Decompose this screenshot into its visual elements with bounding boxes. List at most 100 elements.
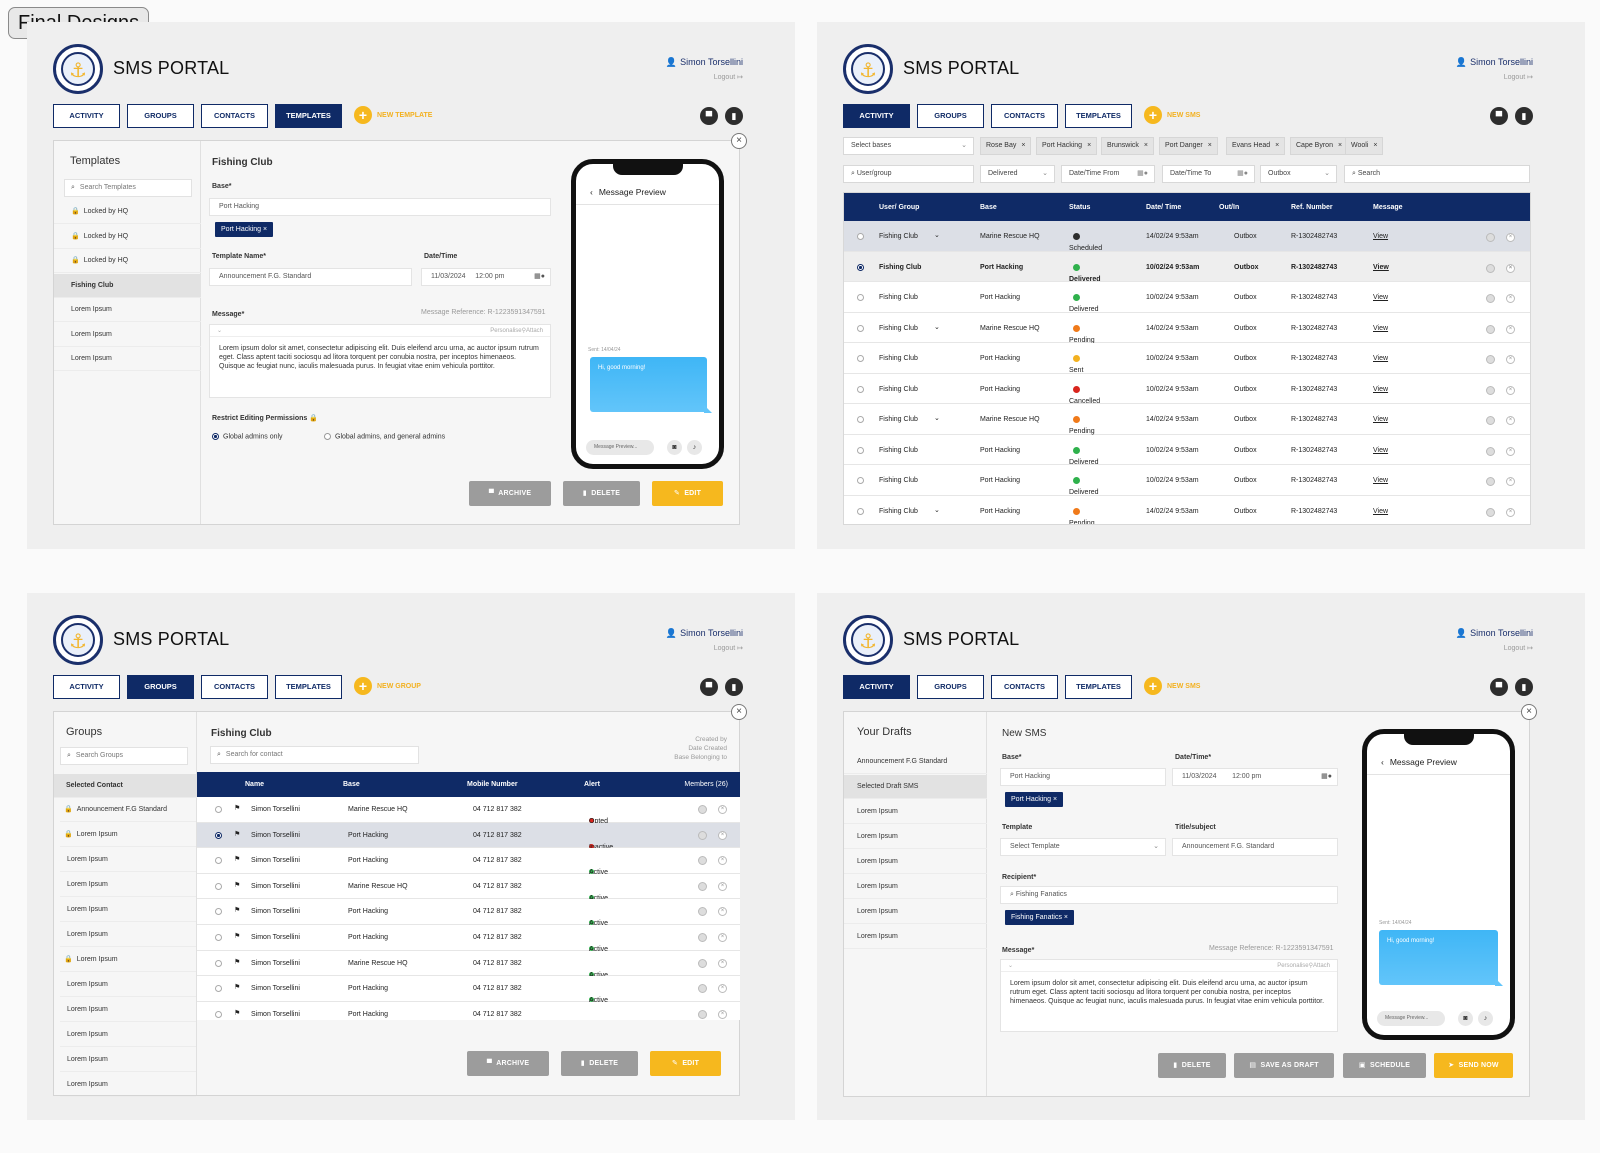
sidebar-item[interactable]: Lorem Ipsum xyxy=(60,973,196,997)
sidebar-item[interactable]: 🔒 Locked by HQ xyxy=(54,249,201,273)
sidebar-item[interactable]: 🔒 Lorem Ipsum xyxy=(60,823,196,847)
tab-activity[interactable]: ACTIVITY xyxy=(53,675,120,699)
sidebar-item[interactable]: Lorem Ipsum xyxy=(844,900,987,924)
datetime-input[interactable]: 11/03/2024 12:00 pm ▦● xyxy=(1172,768,1338,786)
sidebar-item[interactable]: Lorem Ipsum xyxy=(844,850,987,874)
sidebar-item[interactable]: Lorem Ipsum xyxy=(60,873,196,897)
row-radio[interactable] xyxy=(215,934,222,941)
close-icon[interactable]: × xyxy=(718,881,727,891)
chevron-down-icon[interactable]: ⌄ xyxy=(934,506,940,514)
archive-icon[interactable] xyxy=(1486,416,1495,425)
close-icon[interactable]: × xyxy=(1506,477,1515,486)
view-link[interactable]: View xyxy=(1373,233,1388,240)
message-box[interactable]: Attach ⚲ Personalise ⌄ Lorem ipsum dolor … xyxy=(209,324,551,398)
table-row[interactable]: ⚑ Simon Torsellini Marine Rescue HQ 04 712 … xyxy=(197,873,740,902)
user-group-input[interactable]: ⌕ User/group xyxy=(843,165,974,183)
delete-button[interactable]: ▮ DELETE xyxy=(563,481,640,506)
table-row[interactable]: ⚑ Simon Torsellini Port Hacking 04 712 817 … xyxy=(197,1001,740,1020)
direction-filter[interactable]: Outbox ⌄ xyxy=(1260,165,1337,183)
close-icon[interactable]: × xyxy=(718,984,727,994)
view-link[interactable]: View xyxy=(1373,416,1388,423)
view-link[interactable]: View xyxy=(1373,386,1388,393)
table-row[interactable]: ⚑ Simon Torsellini Port Hacking 04 712 817 … xyxy=(197,848,740,876)
attach-button[interactable]: Attach ⚲ xyxy=(1309,960,1330,972)
trash-icon[interactable]: ▮ xyxy=(1515,678,1533,696)
sidebar-item[interactable]: Lorem Ipsum xyxy=(54,298,201,322)
radio-global-only[interactable]: Global admins only xyxy=(212,433,283,440)
table-row[interactable]: Fishing Club ⌄ Port Hacking Pending 14/02/24… xyxy=(844,495,1530,524)
tab-templates[interactable]: TEMPLATES xyxy=(275,104,342,128)
archive-icon[interactable] xyxy=(1486,477,1495,486)
close-icon[interactable]: × xyxy=(1506,385,1515,395)
close-icon[interactable]: × xyxy=(718,933,727,942)
tab-templates[interactable]: TEMPLATES xyxy=(1065,104,1132,128)
tab-contacts[interactable]: CONTACTS xyxy=(991,675,1058,699)
row-radio[interactable] xyxy=(857,416,864,423)
view-link[interactable]: View xyxy=(1373,264,1389,271)
close-icon[interactable]: × xyxy=(1506,233,1515,242)
table-row[interactable]: ⚑ Simon Torsellini Marine Rescue HQ 04 712 … xyxy=(197,950,740,979)
row-radio[interactable] xyxy=(857,507,864,515)
tab-groups[interactable]: GROUPS xyxy=(127,104,194,128)
close-icon[interactable]: × xyxy=(1506,324,1515,334)
chevron-down-icon[interactable]: ⌄ xyxy=(934,414,940,422)
table-row[interactable]: ⚑ Simon Torsellini Port Hacking 04 712 817 … xyxy=(197,976,740,1004)
close-icon[interactable]: × xyxy=(1506,416,1515,425)
remove-icon[interactable]: × xyxy=(1087,142,1091,149)
edit-button[interactable]: ✎ EDIT xyxy=(650,1051,721,1076)
view-link[interactable]: View xyxy=(1373,508,1388,515)
template-select[interactable]: Select Template ⌄ xyxy=(1000,838,1166,856)
tab-templates[interactable]: TEMPLATES xyxy=(1065,675,1132,699)
row-radio[interactable] xyxy=(215,1010,222,1018)
sidebar-item[interactable]: Fishing Club xyxy=(54,274,201,298)
table-row[interactable]: Fishing Club Port Hacking Sent 10/02/24 9:5… xyxy=(844,343,1530,374)
base-tag[interactable]: Brunswick × xyxy=(1101,137,1154,155)
sidebar-item[interactable]: Lorem Ipsum xyxy=(54,347,201,371)
table-row[interactable]: Fishing Club ⌄ Marine Rescue HQ Scheduled 14… xyxy=(844,221,1530,252)
row-radio[interactable] xyxy=(857,233,864,240)
remove-icon[interactable]: × xyxy=(263,226,267,233)
remove-icon[interactable]: × xyxy=(1021,142,1025,149)
search-groups-input[interactable]: ⌕ Search Groups xyxy=(60,747,188,765)
view-link[interactable]: View xyxy=(1373,447,1388,454)
sidebar-item[interactable]: Lorem Ipsum xyxy=(844,925,987,949)
date-to-input[interactable]: Date/Time To ▦● xyxy=(1162,165,1255,183)
sidebar-item[interactable]: Announcement F.G Standard xyxy=(844,750,987,774)
remove-icon[interactable]: × xyxy=(1275,142,1279,149)
recipient-chip[interactable]: Fishing Fanatics × xyxy=(1005,910,1075,925)
remove-icon[interactable]: × xyxy=(1064,914,1068,921)
sidebar-item[interactable]: Lorem Ipsum xyxy=(844,825,987,849)
edit-icon[interactable] xyxy=(698,933,707,942)
row-radio[interactable] xyxy=(215,882,222,890)
table-row[interactable]: Fishing Club Port Hacking Delivered 10/02/2… xyxy=(844,282,1530,313)
tab-groups[interactable]: GROUPS xyxy=(917,675,984,699)
tab-activity[interactable]: ACTIVITY xyxy=(843,675,910,699)
row-radio[interactable] xyxy=(857,263,864,271)
row-radio[interactable] xyxy=(215,831,222,839)
attach-button[interactable]: Attach ⚲ xyxy=(522,325,543,337)
edit-button[interactable]: ✎ EDIT xyxy=(652,481,723,506)
row-radio[interactable] xyxy=(857,355,864,362)
sidebar-item[interactable]: Selected Draft SMS xyxy=(844,775,987,799)
sidebar-item[interactable]: Lorem Ipsum xyxy=(60,1073,196,1097)
trash-icon[interactable]: ▮ xyxy=(725,107,743,125)
logout-link[interactable]: Logout ↦ xyxy=(1504,73,1533,81)
archive-icon[interactable]: ▀ xyxy=(1490,107,1508,125)
base-input[interactable]: Port Hacking xyxy=(209,198,551,216)
personalise-dropdown[interactable]: Personalise ⌄ xyxy=(217,328,522,334)
radio-global-general[interactable]: Global admins, and general admins xyxy=(324,433,445,440)
chevron-down-icon[interactable]: ⌄ xyxy=(934,231,940,239)
row-radio[interactable] xyxy=(215,959,222,967)
table-row[interactable]: Fishing Club Port Hacking Cancelled 10/02/2… xyxy=(844,373,1530,405)
sidebar-item[interactable]: 🔒 Locked by HQ xyxy=(54,200,201,224)
close-icon[interactable]: × xyxy=(718,1009,727,1019)
sidebar-item[interactable]: 🔒 Locked by HQ xyxy=(54,225,201,249)
base-tag[interactable]: Port Danger × xyxy=(1159,137,1218,155)
edit-icon[interactable] xyxy=(698,907,707,917)
datetime-input[interactable]: 11/03/2024 12:00 pm ▦● xyxy=(421,268,551,286)
row-radio[interactable] xyxy=(215,857,222,865)
row-radio[interactable] xyxy=(857,446,864,454)
remove-icon[interactable]: × xyxy=(1373,142,1377,149)
base-tag[interactable]: Evans Head × xyxy=(1226,137,1286,155)
tab-groups[interactable]: GROUPS xyxy=(127,675,194,699)
